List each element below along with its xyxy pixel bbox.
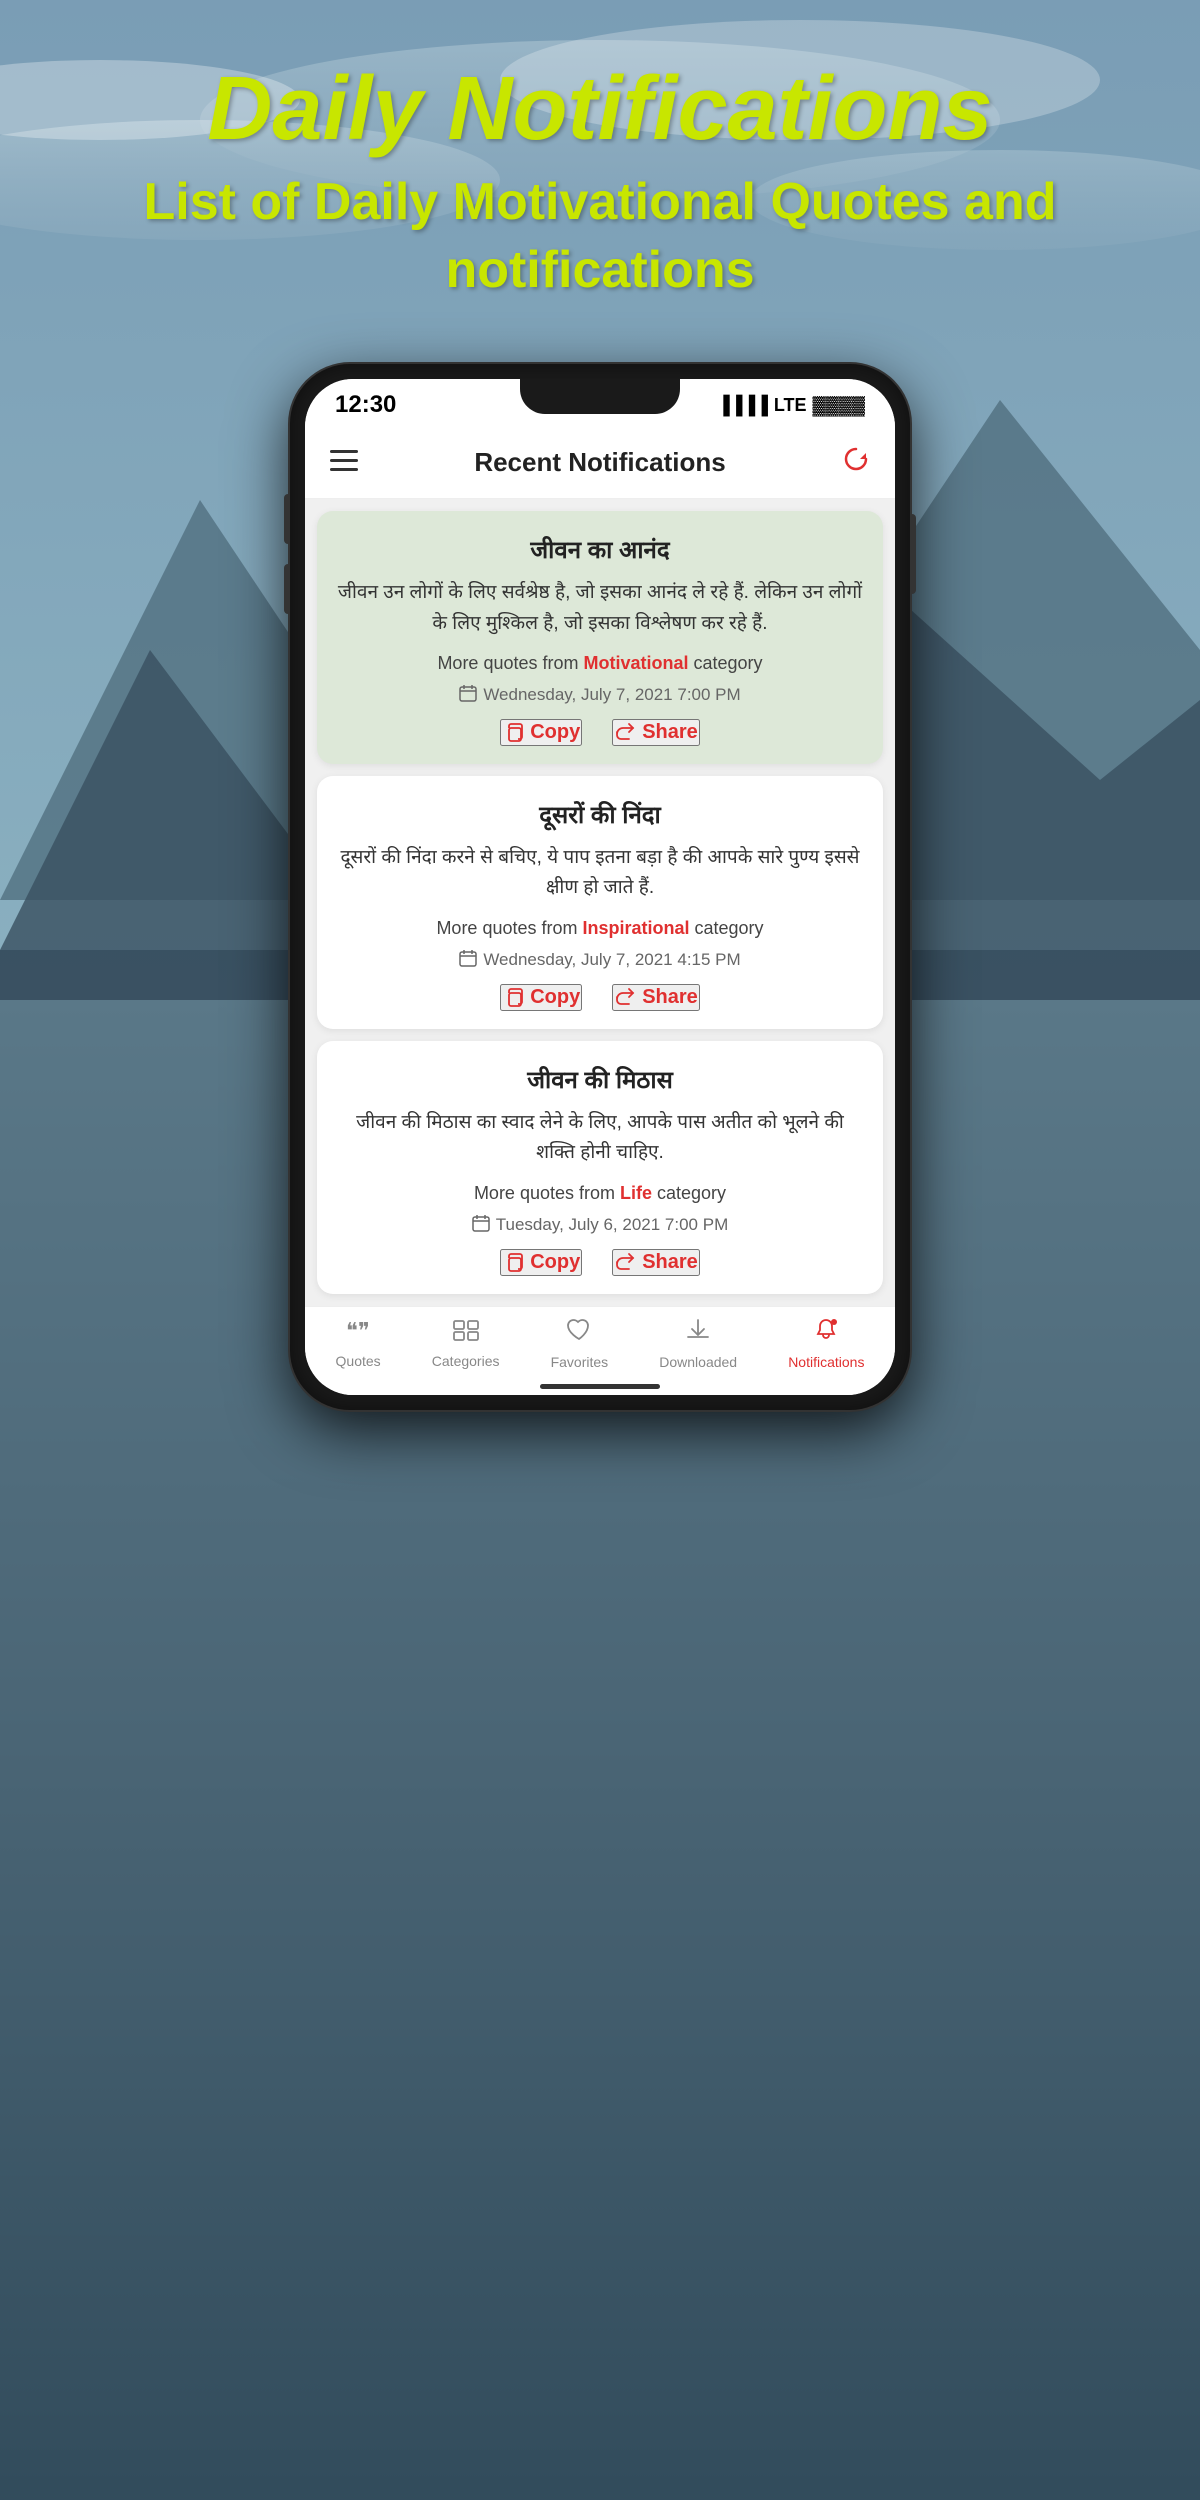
- nav-notifications-label: Notifications: [788, 1354, 864, 1370]
- copy-button-2[interactable]: Copy: [500, 984, 582, 1011]
- phone-notch: [520, 379, 680, 414]
- quote-actions-1: Copy Share: [337, 719, 863, 746]
- home-bar: [540, 1384, 660, 1389]
- category-link-1[interactable]: Motivational: [584, 653, 689, 673]
- bottom-nav: ❝ ❞ Quotes: [305, 1306, 895, 1378]
- phone-screen: 12:30 ▐▐▐▐ LTE ▓▓▓▓: [305, 379, 895, 1394]
- calendar-icon-3: [472, 1214, 490, 1237]
- quote-title-1: जीवन का आनंद: [337, 533, 863, 566]
- nav-quotes[interactable]: ❝ ❞ Quotes: [336, 1318, 381, 1369]
- quote-card-2: दूसरों की निंदा दूसरों की निंदा करने से …: [317, 776, 883, 1029]
- quote-actions-2: Copy Share: [337, 984, 863, 1011]
- quote-text-2: दूसरों की निंदा करने से बचिए, ये पाप इतन…: [337, 843, 863, 904]
- signal-icon: ▐▐▐▐: [717, 395, 768, 416]
- category-link-3[interactable]: Life: [620, 1183, 652, 1203]
- more-quotes-suffix-3: category: [652, 1183, 726, 1203]
- more-quotes-prefix-1: More quotes from: [437, 653, 583, 673]
- volume-button-1: [284, 494, 290, 544]
- header-section: Daily Notifications List of Daily Motiva…: [0, 0, 1200, 344]
- nav-categories-label: Categories: [432, 1353, 500, 1369]
- volume-button-2: [284, 564, 290, 614]
- battery-icon: ▓▓▓▓: [813, 395, 866, 416]
- share-button-1[interactable]: Share: [612, 719, 700, 746]
- quote-date-3: Tuesday, July 6, 2021 7:00 PM: [337, 1214, 863, 1237]
- more-quotes-3: More quotes from Life category: [337, 1183, 863, 1204]
- quote-title-3: जीवन की मिठास: [337, 1063, 863, 1096]
- nav-categories[interactable]: Categories: [432, 1318, 500, 1369]
- scroll-content: जीवन का आनंद जीवन उन लोगों के लिए सर्वश्…: [305, 499, 895, 1305]
- phone-wrapper: 12:30 ▐▐▐▐ LTE ▓▓▓▓: [290, 364, 910, 1409]
- categories-icon: [452, 1318, 480, 1349]
- status-time: 12:30: [335, 391, 396, 419]
- share-button-3[interactable]: Share: [612, 1249, 700, 1276]
- copy-button-3[interactable]: Copy: [500, 1249, 582, 1276]
- nav-downloaded-label: Downloaded: [659, 1354, 737, 1370]
- quote-text-1: जीवन उन लोगों के लिए सर्वश्रेष्ठ है, जो …: [337, 578, 863, 639]
- nav-favorites-label: Favorites: [551, 1354, 609, 1370]
- more-quotes-suffix-2: category: [690, 918, 764, 938]
- more-quotes-prefix-3: More quotes from: [474, 1183, 620, 1203]
- share-button-2[interactable]: Share: [612, 984, 700, 1011]
- quote-actions-3: Copy Share: [337, 1249, 863, 1276]
- notifications-icon: [812, 1317, 840, 1350]
- nav-favorites[interactable]: Favorites: [551, 1317, 609, 1370]
- main-title: Daily Notifications: [40, 60, 1160, 159]
- quote-title-2: दूसरों की निंदा: [337, 798, 863, 831]
- more-quotes-suffix-1: category: [689, 653, 763, 673]
- app-title: Recent Notifications: [474, 447, 725, 478]
- power-button: [910, 514, 916, 594]
- app-header: Recent Notifications: [305, 427, 895, 499]
- favorites-icon: [565, 1317, 593, 1350]
- nav-quotes-label: Quotes: [336, 1353, 381, 1369]
- nav-downloaded[interactable]: Downloaded: [659, 1317, 737, 1370]
- quote-date-1: Wednesday, July 7, 2021 7:00 PM: [337, 684, 863, 707]
- date-text-2: Wednesday, July 7, 2021 4:15 PM: [483, 950, 740, 970]
- quote-date-2: Wednesday, July 7, 2021 4:15 PM: [337, 949, 863, 972]
- more-quotes-2: More quotes from Inspirational category: [337, 918, 863, 939]
- hamburger-icon[interactable]: [330, 447, 358, 479]
- date-text-3: Tuesday, July 6, 2021 7:00 PM: [496, 1215, 728, 1235]
- more-quotes-prefix-2: More quotes from: [436, 918, 582, 938]
- network-type: LTE: [774, 395, 807, 416]
- svg-text:❞: ❞: [358, 1318, 370, 1342]
- svg-text:❝: ❝: [346, 1318, 358, 1342]
- downloaded-icon: [684, 1317, 712, 1350]
- more-quotes-1: More quotes from Motivational category: [337, 653, 863, 674]
- nav-notifications[interactable]: Notifications: [788, 1317, 864, 1370]
- refresh-icon[interactable]: [842, 445, 870, 480]
- home-indicator: [305, 1378, 895, 1395]
- date-text-1: Wednesday, July 7, 2021 7:00 PM: [483, 685, 740, 705]
- quote-card-1: जीवन का आनंद जीवन उन लोगों के लिए सर्वश्…: [317, 511, 883, 764]
- calendar-icon-1: [459, 684, 477, 707]
- copy-button-1[interactable]: Copy: [500, 719, 582, 746]
- quote-text-3: जीवन की मिठास का स्वाद लेने के लिए, आपके…: [337, 1108, 863, 1169]
- phone-container: 12:30 ▐▐▐▐ LTE ▓▓▓▓: [0, 364, 1200, 1409]
- calendar-icon-2: [459, 949, 477, 972]
- phone-frame: 12:30 ▐▐▐▐ LTE ▓▓▓▓: [290, 364, 910, 1409]
- quote-card-3: जीवन की मिठास जीवन की मिठास का स्वाद लेन…: [317, 1041, 883, 1294]
- quotes-icon: ❝ ❞: [344, 1318, 372, 1349]
- subtitle: List of Daily Motivational Quotes and no…: [40, 169, 1160, 304]
- status-icons: ▐▐▐▐ LTE ▓▓▓▓: [717, 395, 865, 416]
- category-link-2[interactable]: Inspirational: [583, 918, 690, 938]
